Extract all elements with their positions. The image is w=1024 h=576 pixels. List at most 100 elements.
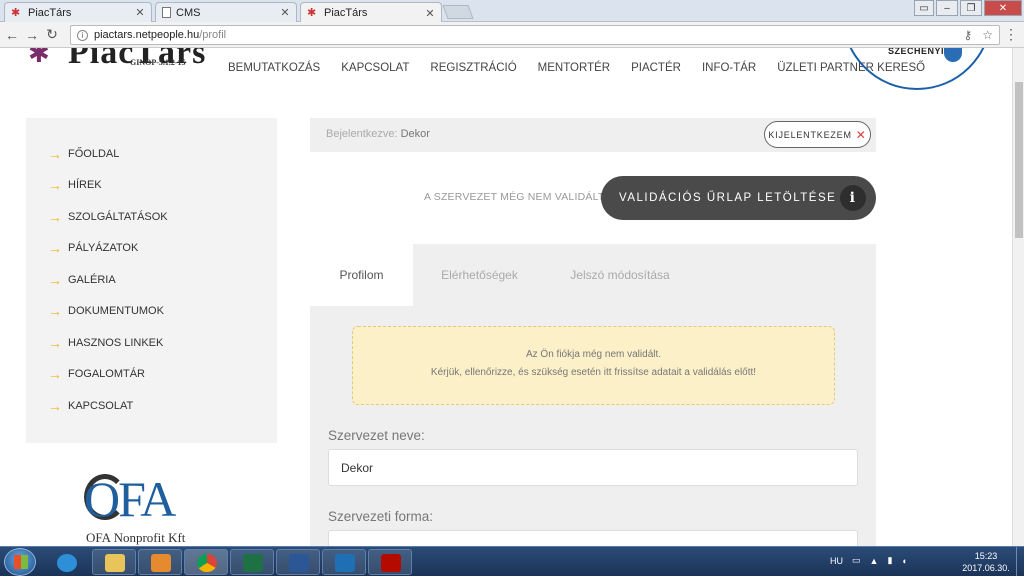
- browser-tab-2[interactable]: CMS ✕: [155, 2, 297, 22]
- arrow-right-icon: →: [48, 366, 62, 382]
- sidebar-item-szolgaltatasok[interactable]: → SZOLGÁLTATÁSOK: [48, 209, 168, 225]
- arrow-right-icon: →: [48, 240, 62, 256]
- window-controls: ▭ – ❐ ✕: [914, 0, 1022, 16]
- piactars-favicon-icon: ✱: [11, 6, 21, 19]
- taskbar-chrome[interactable]: [184, 549, 228, 575]
- arrow-right-icon: →: [48, 177, 62, 193]
- site-logo[interactable]: ✱ PiacTárs GINOP-5.1.2-15: [28, 48, 205, 98]
- taskbar-explorer[interactable]: [92, 549, 136, 575]
- tab-elerhetosegek[interactable]: Elérhetőségek: [413, 244, 546, 306]
- sidebar-item-label: HASZNOS LINKEK: [68, 337, 164, 349]
- nav-item-kapcsolat[interactable]: KAPCSOLAT: [341, 62, 409, 74]
- taskbar-media-player[interactable]: [138, 549, 182, 575]
- browser-tab-strip: ✱ PiacTárs ✕ CMS ✕ ✱ PiacTárs ✕ ▭ – ❐ ✕: [0, 0, 1024, 23]
- show-desktop-button[interactable]: [1016, 547, 1024, 576]
- bookmark-star-icon[interactable]: ☆: [982, 28, 993, 42]
- excel-icon: [243, 554, 263, 572]
- ofa-logo-text: OFA: [84, 471, 176, 527]
- close-icon[interactable]: ✕: [425, 7, 435, 20]
- arrow-right-icon: →: [48, 303, 62, 319]
- logout-button[interactable]: KIJELENTKEZEM ✕: [764, 121, 871, 148]
- keyboard-icon[interactable]: ▭: [852, 555, 861, 566]
- alert-line-2: Kérjük, ellenőrizze, és szükség esetén i…: [430, 367, 757, 378]
- scrollbar-thumb[interactable]: [1015, 82, 1023, 238]
- logged-in-label: Bejelentkezve:: [326, 128, 398, 140]
- sidebar-item-hirek[interactable]: → HÍREK: [48, 177, 102, 193]
- sidebar-item-label: HÍREK: [68, 179, 102, 191]
- windows-logo-icon: [14, 555, 28, 569]
- sidebar-item-fooldal[interactable]: → FŐOLDAL: [48, 147, 119, 161]
- nav-item-mentorter[interactable]: MENTORTÉR: [538, 62, 610, 74]
- taskbar-word[interactable]: [276, 549, 320, 575]
- logged-in-user: Dekor: [400, 128, 430, 140]
- chrome-icon: [197, 554, 217, 572]
- reload-icon[interactable]: ↻: [42, 26, 62, 43]
- close-icon[interactable]: ✕: [135, 6, 145, 19]
- taskbar-excel[interactable]: [230, 549, 274, 575]
- taskbar-acrobat[interactable]: [368, 549, 412, 575]
- taskbar-ie[interactable]: [44, 549, 88, 575]
- tab-title: PiacTárs: [28, 6, 72, 19]
- windows-taskbar: HU ▭ ▲ ▮ ◖ 15:23 2017.06.30.: [0, 546, 1024, 576]
- menu-dots-icon[interactable]: ⋮: [1004, 26, 1018, 43]
- tab-jelszo-modositasa[interactable]: Jelszó módosítása: [546, 244, 694, 306]
- logout-label: KIJELENTKEZEM: [768, 129, 852, 140]
- nav-item-bemutatkozas[interactable]: BEMUTATKOZÁS: [228, 62, 320, 74]
- taskbar-outlook[interactable]: [322, 549, 366, 575]
- sidebar-item-fogalomtar[interactable]: → FOGALOMTÁR: [48, 366, 146, 382]
- browser-tab-1[interactable]: ✱ PiacTárs ✕: [4, 2, 152, 22]
- url-input[interactable]: i piactars.netpeople.hu /profil ⚷ ☆: [70, 25, 1000, 45]
- tab-profilom[interactable]: Profilom: [310, 244, 413, 306]
- sidebar-item-kapcsolat[interactable]: → KAPCSOLAT: [48, 398, 133, 414]
- org-form-input[interactable]: [328, 530, 858, 546]
- page-scrollbar[interactable]: [1012, 48, 1024, 546]
- info-icon[interactable]: i: [77, 29, 88, 41]
- org-form-label: Szervezeti forma:: [328, 509, 434, 524]
- piactars-logo-mark-icon: ✱: [28, 48, 50, 68]
- folder-icon: [105, 554, 125, 572]
- user-icon[interactable]: ▭: [914, 0, 934, 16]
- arrow-right-icon: →: [48, 209, 62, 225]
- ofa-logo[interactable]: OFA OFA Nonprofit Kft: [84, 470, 234, 546]
- close-icon[interactable]: ✕: [280, 6, 290, 19]
- szechenyi-logo: SZÉCHENYI: [842, 48, 992, 90]
- sidebar-item-hasznos-linkek[interactable]: → HASZNOS LINKEK: [48, 335, 164, 351]
- close-icon: ✕: [855, 127, 867, 142]
- key-icon[interactable]: ⚷: [963, 28, 972, 42]
- nav-item-info-tar[interactable]: INFO-TÁR: [702, 62, 756, 74]
- arrow-up-icon[interactable]: ▲: [870, 556, 879, 566]
- network-icon[interactable]: ▮: [887, 555, 892, 566]
- validation-alert: Az Ön fiókja még nem validált. Kérjük, e…: [352, 326, 835, 405]
- arrow-right-icon: →: [48, 335, 62, 351]
- download-validation-form-button[interactable]: VALIDÁCIÓS ŰRLAP LETÖLTÉSE i: [601, 176, 876, 220]
- minimize-icon[interactable]: –: [936, 0, 958, 16]
- word-icon: [289, 554, 309, 572]
- new-tab-button[interactable]: [442, 5, 474, 19]
- volume-icon[interactable]: ◖: [901, 556, 906, 566]
- sidebar-item-galeria[interactable]: → GALÉRIA: [48, 272, 116, 288]
- sidebar-menu: → FŐOLDAL → HÍREK → SZOLGÁLTATÁSOK → PÁL…: [26, 118, 277, 443]
- back-icon[interactable]: ←: [2, 27, 22, 43]
- start-button[interactable]: [4, 548, 36, 576]
- arrow-right-icon: →: [48, 398, 62, 414]
- maximize-icon[interactable]: ❐: [960, 0, 982, 16]
- arrow-right-icon: →: [48, 272, 62, 288]
- nav-item-regisztracio[interactable]: REGISZTRÁCIÓ: [430, 62, 516, 74]
- address-bar-row: ← → ↻ i piactars.netpeople.hu /profil ⚷ …: [0, 22, 1024, 48]
- piactars-favicon-icon: ✱: [307, 7, 317, 19]
- sidebar-item-palyazatok[interactable]: → PÁLYÁZATOK: [48, 240, 138, 256]
- forward-icon[interactable]: →: [22, 27, 42, 43]
- media-player-icon: [151, 554, 171, 572]
- language-indicator[interactable]: HU: [830, 556, 843, 566]
- clock[interactable]: 15:23 2017.06.30.: [960, 550, 1012, 574]
- document-icon: [162, 7, 171, 18]
- close-window-icon[interactable]: ✕: [984, 0, 1022, 16]
- nav-item-piacter[interactable]: PIACTÉR: [631, 62, 681, 74]
- org-name-input[interactable]: Dekor: [328, 449, 858, 486]
- browser-tab-3-active[interactable]: ✱ PiacTárs ✕: [300, 2, 442, 23]
- sidebar-item-label: SZOLGÁLTATÁSOK: [68, 211, 168, 223]
- alert-line-1: Az Ön fiókja még nem validált.: [525, 349, 662, 360]
- sidebar-item-dokumentumok[interactable]: → DOKUMENTUMOK: [48, 303, 164, 319]
- pdf-icon: [381, 554, 401, 572]
- sidebar-item-label: FOGALOMTÁR: [68, 368, 146, 380]
